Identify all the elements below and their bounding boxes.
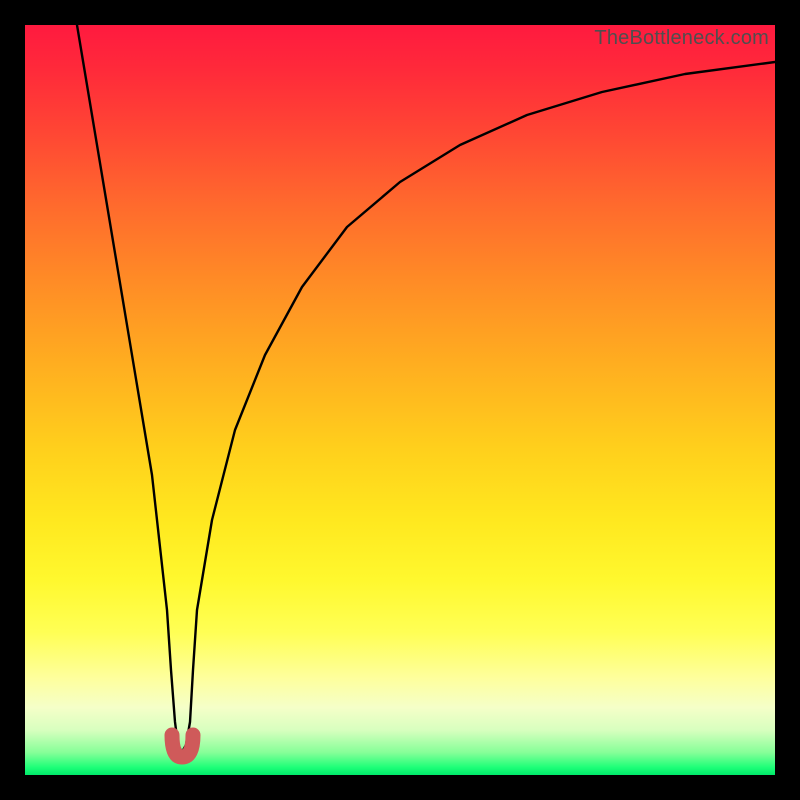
bottleneck-curve bbox=[25, 25, 775, 775]
plot-area: TheBottleneck.com bbox=[25, 25, 775, 775]
chart-frame: TheBottleneck.com bbox=[0, 0, 800, 800]
sweet-spot-marker bbox=[172, 735, 193, 757]
curve-path bbox=[77, 25, 775, 752]
watermark-text: TheBottleneck.com bbox=[594, 27, 769, 50]
